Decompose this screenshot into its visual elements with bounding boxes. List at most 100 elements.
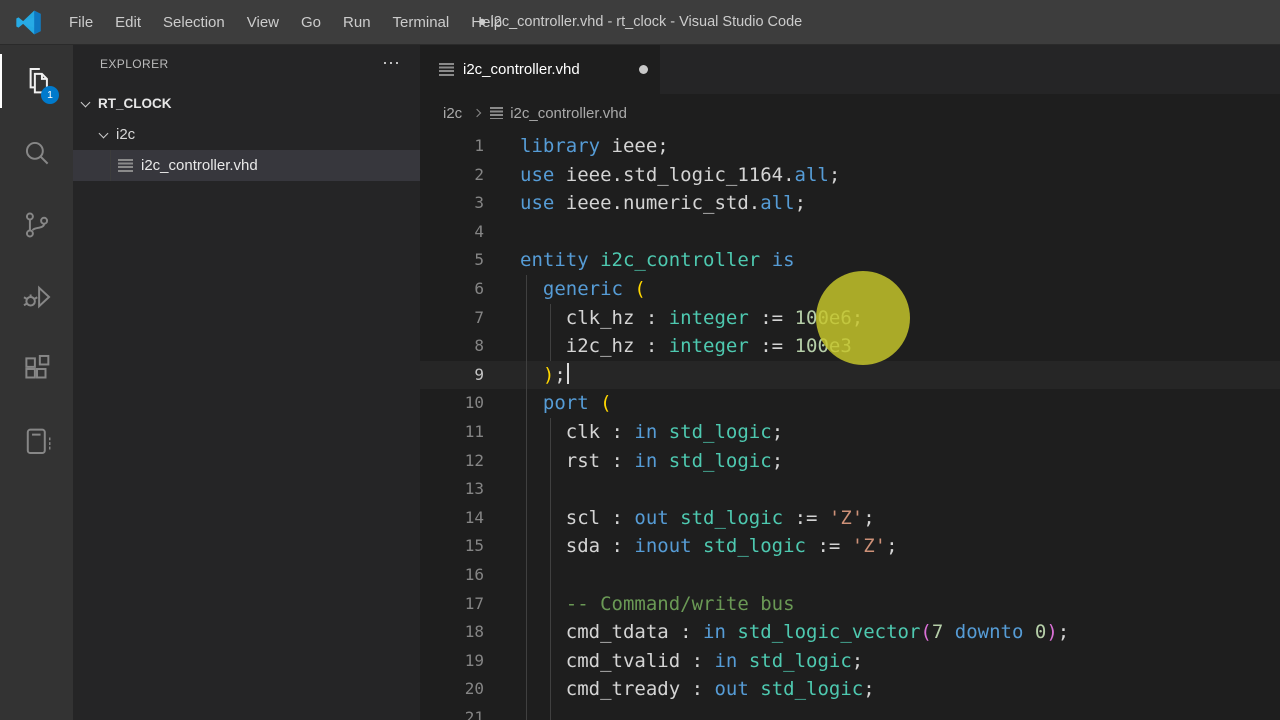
code-line-17[interactable]: 17 -- Command/write bus [420, 589, 1280, 619]
token: use [520, 192, 555, 215]
line-number[interactable]: 8 [420, 332, 520, 361]
token: in [714, 649, 738, 672]
line-number[interactable]: 3 [420, 189, 520, 218]
code-line-20[interactable]: 20 cmd_tready : out std_logic; [420, 675, 1280, 704]
token: in [703, 621, 726, 644]
menu-edit[interactable]: Edit [104, 0, 152, 44]
code-line-18[interactable]: 18 cmd_tdata : in std_logic_vector(7 dow… [420, 618, 1280, 647]
tree-item-label: RT_CLOCK [98, 96, 172, 111]
text-cursor [566, 363, 569, 385]
code-line-16[interactable]: 16 [420, 560, 1280, 590]
line-number[interactable]: 15 [420, 532, 520, 561]
notebook-icon[interactable] [0, 405, 73, 477]
source-control-icon[interactable] [0, 189, 73, 261]
indent-guide [526, 703, 527, 720]
search-icon[interactable] [0, 117, 73, 189]
menu-file[interactable]: File [58, 0, 104, 44]
code-line-7[interactable]: 7 clk_hz : integer := 100e6; [420, 303, 1280, 333]
vscode-logo-icon [16, 10, 41, 34]
extensions-icon[interactable] [0, 333, 73, 405]
line-number[interactable]: 9 [420, 361, 520, 390]
code-line-19[interactable]: 19 cmd_tvalid : in std_logic; [420, 646, 1280, 676]
code-line-10[interactable]: 10 port ( [420, 389, 1280, 418]
run-debug-icon[interactable] [0, 261, 73, 333]
line-number[interactable]: 20 [420, 675, 520, 704]
code-line-text: use ieee.std_logic_1164.all; [520, 161, 1280, 190]
line-number[interactable]: 6 [420, 275, 520, 304]
explorer-icon[interactable]: 1 [0, 45, 73, 117]
code-line-8[interactable]: 8 i2c_hz : integer := 100e3 [420, 332, 1280, 361]
vscode-window: File Edit Selection View Go Run Terminal Help ●… [0, 0, 1280, 720]
tree-indent-guide [110, 150, 111, 181]
token: inout [634, 535, 692, 558]
code-line-text: generic ( [520, 274, 1280, 304]
breadcrumb-segment[interactable]: i2c [443, 105, 462, 122]
tree-item-rt-clock[interactable]: RT_CLOCK [73, 88, 420, 119]
line-number[interactable]: 21 [420, 704, 520, 720]
tab-i2c-controller[interactable]: i2c_controller.vhd [420, 45, 660, 94]
line-number[interactable]: 4 [420, 218, 520, 247]
dirty-indicator-icon[interactable] [639, 65, 648, 74]
line-number[interactable]: 10 [420, 389, 520, 418]
code-line-13[interactable]: 13 [420, 475, 1280, 504]
tree-item-i2c[interactable]: i2c [73, 119, 420, 150]
more-actions-icon[interactable]: ⋯ [378, 53, 406, 74]
token: std_logic_vector [737, 621, 921, 644]
line-number[interactable]: 5 [420, 246, 520, 275]
line-number[interactable]: 12 [420, 447, 520, 476]
line-number[interactable]: 17 [420, 590, 520, 619]
menu-terminal[interactable]: Terminal [382, 0, 461, 44]
line-number[interactable]: 14 [420, 504, 520, 533]
code-line-5[interactable]: 5 entity i2c_controller is [420, 246, 1280, 275]
token: integer [668, 335, 749, 358]
token: in [634, 420, 658, 443]
token: ; [771, 420, 784, 443]
token: entity [520, 249, 589, 272]
code-line-2[interactable]: 2 use ieee.std_logic_1164.all; [420, 161, 1280, 190]
indent-guide [526, 446, 527, 476]
code-line-14[interactable]: 14 scl : out std_logic := 'Z'; [420, 503, 1280, 533]
token: library [520, 135, 601, 157]
line-number[interactable]: 13 [420, 475, 520, 504]
menu-selection[interactable]: Selection [152, 0, 236, 44]
token: sda : [520, 535, 635, 558]
token: ( [600, 392, 612, 415]
code-line-12[interactable]: 12 rst : in std_logic; [420, 446, 1280, 476]
code-line-9[interactable]: 9 ); [420, 360, 1280, 390]
tree-item-i2c-controller-vhd[interactable]: i2c_controller.vhd [73, 150, 420, 181]
breadcrumb-segment[interactable]: i2c_controller.vhd [510, 105, 627, 122]
code-line-6[interactable]: 6 generic ( [420, 274, 1280, 304]
token: 100e3 [794, 335, 852, 358]
token: ieee.numeric_std. [554, 192, 761, 215]
menu-run[interactable]: Run [332, 0, 382, 44]
line-number[interactable]: 2 [420, 161, 520, 190]
code-line-3[interactable]: 3 use ieee.numeric_std.all; [420, 189, 1280, 218]
menu-go[interactable]: Go [290, 0, 332, 44]
line-number[interactable]: 7 [420, 304, 520, 333]
line-number[interactable]: 19 [420, 647, 520, 676]
code-line-text: ); [520, 360, 1280, 390]
menu-view[interactable]: View [236, 0, 290, 44]
code-line-21[interactable]: 21 [420, 703, 1280, 720]
code-line-15[interactable]: 15 sda : inout std_logic := 'Z'; [420, 532, 1280, 561]
line-number[interactable]: 11 [420, 418, 520, 447]
line-number[interactable]: 16 [420, 561, 520, 590]
line-number[interactable]: 18 [420, 618, 520, 647]
code-line-4[interactable]: 4 [420, 218, 1280, 247]
token: ; [863, 678, 875, 701]
code-line-1[interactable]: 1 library ieee; [420, 132, 1280, 161]
breadcrumb: i2c i2c_controller.vhd [420, 94, 1280, 132]
indent-guide [550, 417, 551, 447]
code-editor[interactable]: 1 library ieee; 2 use ieee.std_logic_1164.a… [420, 132, 1280, 720]
tab-bar: i2c_controller.vhd [420, 45, 1280, 94]
line-number[interactable]: 1 [420, 132, 520, 161]
code-line-text: clk : in std_logic; [520, 417, 1280, 447]
code-line-11[interactable]: 11 clk : in std_logic; [420, 417, 1280, 447]
indent-guide [550, 303, 551, 333]
token: ; [886, 535, 898, 558]
